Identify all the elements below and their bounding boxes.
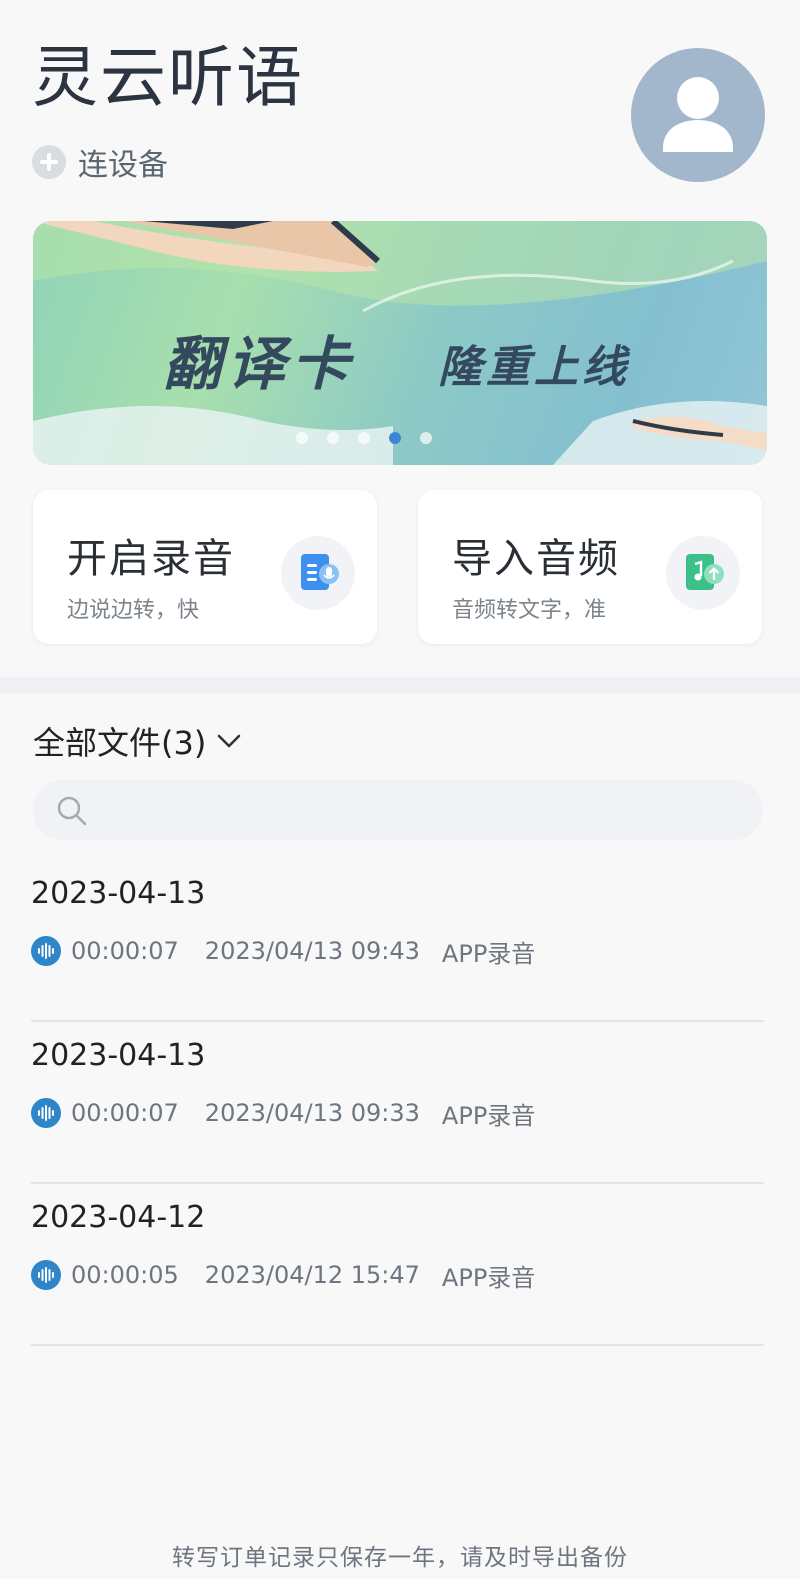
- card-title: 导入音频: [452, 536, 620, 582]
- file-timestamp: 2023/04/13 09:43: [204, 937, 420, 965]
- file-duration: 00:00:07: [71, 937, 179, 965]
- pagination-dot[interactable]: [420, 432, 432, 444]
- footer-note: 转写订单记录只保存一年，请及时导出备份: [172, 1545, 628, 1571]
- audio-wave-icon: [31, 1260, 61, 1290]
- avatar[interactable]: [631, 48, 765, 182]
- file-date: 2023-04-13: [31, 1038, 206, 1073]
- pagination-dot-active[interactable]: [389, 432, 401, 444]
- user-icon: [663, 77, 733, 152]
- search-icon: [57, 796, 87, 826]
- file-meta: 00:00:07 2023/04/13 09:33 APP录音: [31, 1096, 535, 1130]
- chevron-down-icon: [218, 734, 241, 748]
- audio-wave-icon: [31, 1098, 61, 1128]
- file-duration: 00:00:05: [71, 1261, 179, 1289]
- banner-subtitle: 隆重上线: [438, 342, 630, 393]
- promo-banner[interactable]: 翻译卡 隆重上线: [33, 221, 767, 465]
- add-circle-icon: [32, 145, 66, 179]
- file-list-item[interactable]: 2023-04-13 00:00:07 2023/04/13 09:33 APP…: [31, 1022, 764, 1184]
- record-doc-icon: [281, 536, 355, 610]
- file-source: APP录音: [441, 1101, 536, 1130]
- file-filter-label: 全部文件(3): [33, 724, 207, 762]
- import-audio-icon: [666, 536, 740, 610]
- file-timestamp: 2023/04/12 15:47: [204, 1261, 420, 1289]
- file-duration: 00:00:07: [71, 1099, 179, 1127]
- section-divider: [0, 677, 800, 693]
- file-source: APP录音: [441, 939, 536, 968]
- connect-device-button[interactable]: 连设备: [32, 140, 168, 184]
- import-audio-card[interactable]: 导入音频 音频转文字，准: [418, 490, 762, 644]
- file-meta: 00:00:07 2023/04/13 09:43 APP录音: [31, 934, 535, 968]
- file-date: 2023-04-13: [31, 876, 206, 911]
- pagination-dot[interactable]: [327, 432, 339, 444]
- banner-pagination: [296, 432, 432, 444]
- file-list-item[interactable]: 2023-04-13 00:00:07 2023/04/13 09:43 APP…: [31, 860, 764, 1022]
- pagination-dot[interactable]: [296, 432, 308, 444]
- file-source: APP录音: [441, 1263, 536, 1292]
- file-list: 2023-04-13 00:00:07 2023/04/13 09:43 APP…: [31, 860, 764, 1346]
- card-title: 开启录音: [67, 536, 235, 582]
- file-list-item[interactable]: 2023-04-12 00:00:05 2023/04/12 15:47 APP…: [31, 1184, 764, 1346]
- card-subtitle: 边说边转，快: [67, 598, 200, 623]
- banner-title: 翻译卡: [163, 330, 356, 398]
- connect-device-label: 连设备: [78, 148, 168, 183]
- file-date: 2023-04-12: [31, 1200, 206, 1235]
- app-title: 灵云听语: [32, 39, 304, 116]
- banner-illustration: [33, 221, 767, 465]
- file-timestamp: 2023/04/13 09:33: [204, 1099, 420, 1127]
- file-filter-dropdown[interactable]: 全部文件(3): [33, 718, 242, 764]
- pagination-dot[interactable]: [358, 432, 370, 444]
- card-subtitle: 音频转文字，准: [452, 598, 607, 623]
- audio-wave-icon: [31, 936, 61, 966]
- file-meta: 00:00:05 2023/04/12 15:47 APP录音: [31, 1258, 535, 1292]
- search-input[interactable]: [33, 780, 763, 840]
- start-recording-card[interactable]: 开启录音 边说边转，快: [33, 490, 377, 644]
